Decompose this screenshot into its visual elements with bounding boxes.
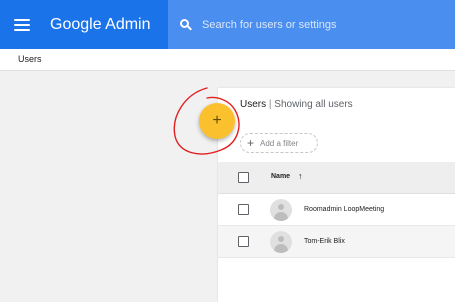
app-title[interactable]: Google Admin — [50, 16, 154, 34]
plus-icon: + — [247, 136, 255, 150]
add-user-fab-button[interactable]: + — [199, 103, 235, 139]
plus-icon: + — [212, 112, 222, 129]
users-panel: Users | Showing all users + Add a filter… — [218, 88, 455, 302]
hamburger-menu-icon[interactable] — [14, 18, 30, 31]
users-subtitle: Showing all users — [274, 99, 353, 110]
add-filter-label: Add a filter — [260, 138, 299, 148]
table-row[interactable]: Roomadmin LoopMeeting — [218, 194, 455, 226]
search-bar[interactable]: Search for users or settings — [168, 0, 455, 49]
users-title: Users — [240, 99, 267, 110]
breadcrumb-bar: Users — [0, 49, 455, 71]
column-header-name[interactable]: Name — [271, 173, 290, 180]
avatar-placeholder-icon — [270, 199, 292, 221]
row-checkbox[interactable] — [238, 236, 249, 247]
page-title: Users | Showing all users — [240, 99, 353, 110]
user-name[interactable]: Roomadmin LoopMeeting — [304, 206, 384, 213]
breadcrumb[interactable]: Users — [18, 54, 42, 64]
top-app-bar: Google Admin Search for users or setting… — [0, 0, 455, 49]
search-icon[interactable] — [180, 18, 192, 31]
search-input[interactable]: Search for users or settings — [202, 19, 337, 31]
user-name[interactable]: Tom-Erik Blix — [304, 238, 345, 245]
avatar-placeholder-icon — [270, 231, 292, 253]
select-all-checkbox[interactable] — [238, 172, 249, 183]
arrow-up-icon[interactable]: ↑ — [298, 171, 303, 181]
row-checkbox[interactable] — [238, 204, 249, 215]
add-filter-button[interactable]: + Add a filter — [240, 133, 318, 153]
title-separator: | — [268, 99, 272, 110]
table-row[interactable]: Tom-Erik Blix — [218, 226, 455, 258]
table-header: Name ↑ — [218, 162, 455, 194]
